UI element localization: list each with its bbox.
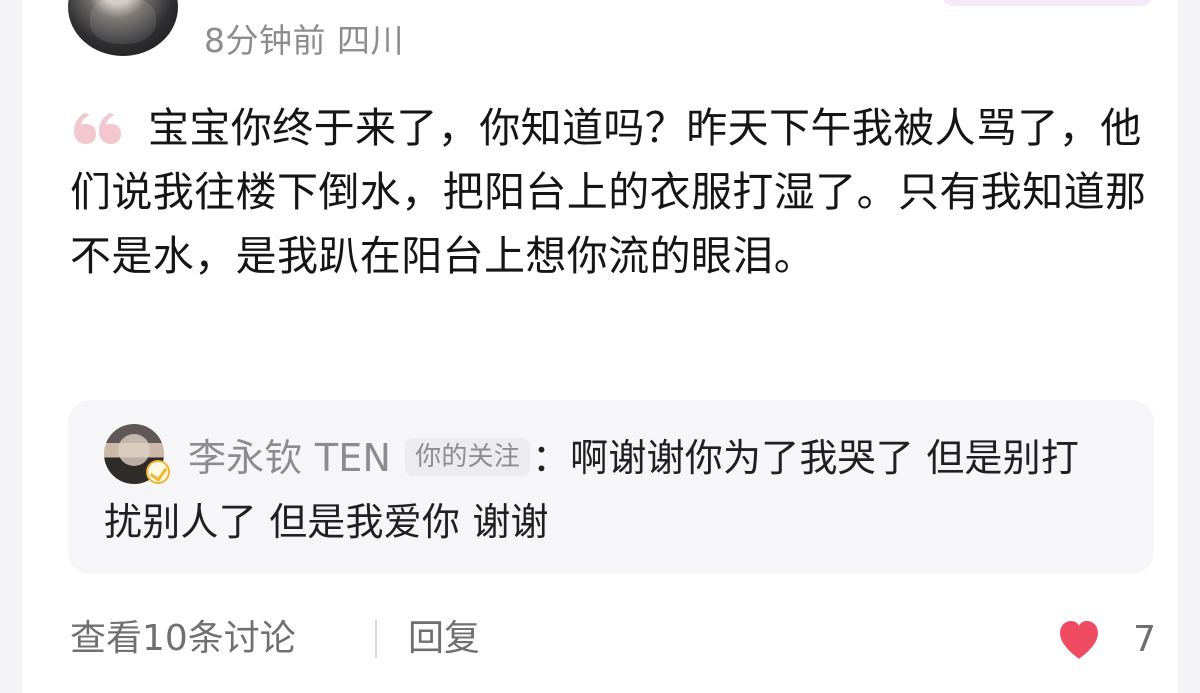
comment-footer: 查看10条讨论 回复 7 [70, 610, 1156, 668]
footer-divider [375, 620, 377, 658]
comment-card: 8分钟前 四川 宝宝你终于来了，你知道吗？昨天下午我被人骂了，他们说我往楼下倒水… [22, 0, 1178, 693]
top-decoration [942, 0, 1152, 6]
avatar[interactable] [68, 0, 178, 56]
following-tag: 你的关注 [405, 438, 530, 476]
view-discussions-link[interactable]: 查看10条讨论 [70, 610, 296, 668]
reply-colon: ： [531, 436, 571, 480]
comment-text: 宝宝你终于来了，你知道吗？昨天下午我被人骂了，他们说我往楼下倒水，把阳台上的衣服… [70, 104, 1147, 280]
reply-username[interactable]: 李永钦 TEN [188, 436, 391, 480]
reply-box[interactable]: 李永钦 TEN 你的关注 ：啊谢谢你为了我哭了 但是别打扰别人了 但是我爱你 谢谢 [68, 400, 1154, 574]
quote-icon [74, 113, 121, 144]
like-count: 7 [1133, 619, 1156, 660]
reply-button[interactable]: 回复 [408, 610, 480, 668]
comment-meta: 8分钟前 四川 [204, 21, 404, 60]
heart-icon [1060, 621, 1098, 659]
reply-indent [104, 470, 188, 471]
reply-content: 李永钦 TEN 你的关注 ：啊谢谢你为了我哭了 但是别打扰别人了 但是我爱你 谢谢 [104, 426, 1114, 554]
comment-content: 宝宝你终于来了，你知道吗？昨天下午我被人骂了，他们说我往楼下倒水，把阳台上的衣服… [70, 96, 1150, 288]
